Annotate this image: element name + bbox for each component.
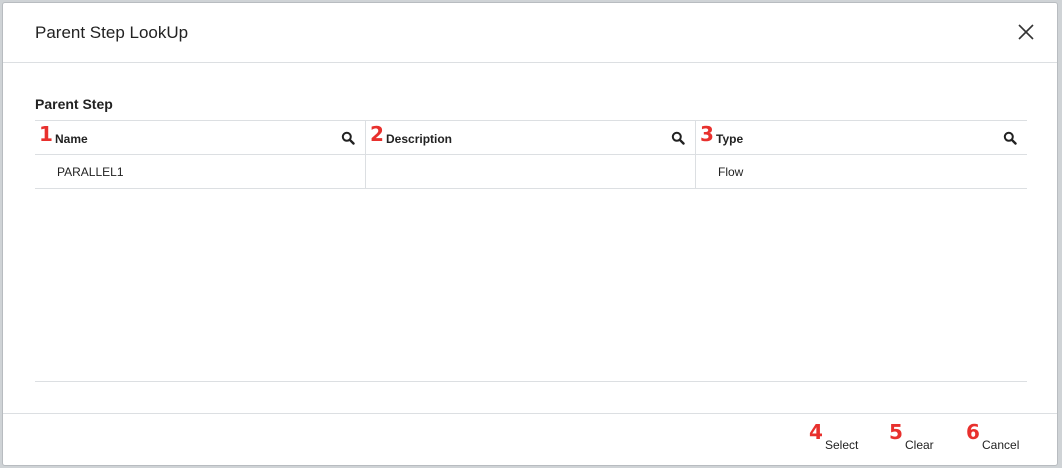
dialog-header: Parent Step LookUp <box>3 3 1057 63</box>
select-button-label: Select <box>825 438 859 452</box>
annotation-marker: 5 <box>889 420 903 444</box>
search-icon[interactable] <box>341 131 355 145</box>
table-row[interactable]: PARALLEL1 Flow <box>35 155 1027 189</box>
annotation-marker: 3 <box>700 122 714 146</box>
clear-button-label: Clear <box>905 438 934 452</box>
annotation-marker: 2 <box>370 122 384 146</box>
annotation-marker: 4 <box>809 420 823 444</box>
cell-type[interactable]: Flow <box>696 155 1027 188</box>
cell-name[interactable]: PARALLEL1 <box>35 155 366 188</box>
column-header-label: Description <box>386 131 453 146</box>
section-label: Parent Step <box>35 96 113 112</box>
grid-bottom-divider <box>35 381 1027 382</box>
column-header-description[interactable]: 2 Description <box>366 121 696 154</box>
annotation-marker: 1 <box>39 122 53 146</box>
annotation-marker: 6 <box>966 420 980 444</box>
search-icon[interactable] <box>671 131 685 145</box>
grid-header-row: 1 Name 2 Description 3 Type <box>35 120 1027 155</box>
column-header-label: Type <box>716 131 744 146</box>
select-button[interactable]: 4 Select <box>809 420 858 452</box>
lookup-grid: 1 Name 2 Description 3 Type PARALLEL1 Fl… <box>35 120 1027 189</box>
search-icon[interactable] <box>1003 131 1017 145</box>
cancel-button[interactable]: 6 Cancel <box>966 420 1019 452</box>
lookup-dialog: Parent Step LookUp Parent Step 1 Name 2 … <box>2 2 1058 466</box>
dialog-footer: 4 Select 5 Clear 6 Cancel <box>3 413 1057 467</box>
cell-description[interactable] <box>366 155 696 188</box>
column-header-name[interactable]: 1 Name <box>35 121 366 154</box>
clear-button[interactable]: 5 Clear <box>889 420 934 452</box>
column-header-type[interactable]: 3 Type <box>696 121 1027 154</box>
close-icon[interactable] <box>1015 21 1037 43</box>
dialog-title: Parent Step LookUp <box>35 23 189 42</box>
cancel-button-label: Cancel <box>982 438 1020 452</box>
column-header-label: Name <box>55 131 88 146</box>
